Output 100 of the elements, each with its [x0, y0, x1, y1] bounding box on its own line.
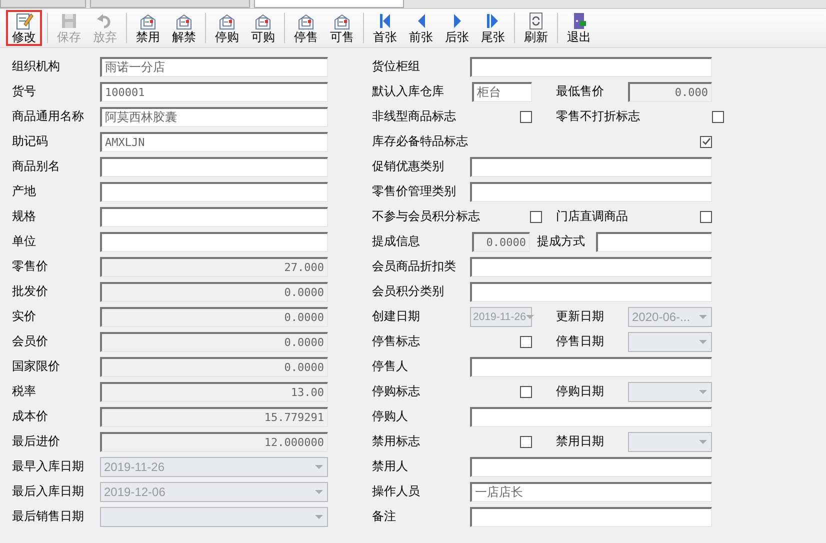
input-field[interactable]: 0.0000 [100, 306, 328, 326]
input-field[interactable] [470, 506, 712, 526]
toolbar-button[interactable]: 禁用 [132, 10, 164, 46]
toolbar-button[interactable]: 前张 [405, 10, 437, 46]
checkbox[interactable] [712, 110, 724, 122]
field-label: 成本价 [12, 408, 49, 425]
input-field[interactable]: 柜台 [472, 82, 532, 102]
checkbox[interactable] [700, 210, 712, 222]
field-label: 创建日期 [372, 308, 420, 325]
toolbar-button[interactable]: 首张 [369, 10, 401, 46]
caret-icon [699, 314, 707, 318]
caret-icon [699, 440, 707, 444]
field-label: 停售人 [372, 358, 409, 375]
field-label: 禁用人 [372, 458, 409, 475]
input-field[interactable]: 雨诺一分店 [100, 56, 328, 76]
field-label: 停购人 [372, 408, 409, 425]
input-field[interactable] [470, 356, 712, 376]
checkbox[interactable] [520, 436, 532, 448]
field-label: 操作人员 [372, 483, 421, 500]
input-field[interactable] [470, 156, 712, 176]
checkbox[interactable] [520, 386, 532, 398]
document-envelope-icon [253, 12, 273, 30]
checkbox[interactable] [520, 336, 532, 348]
checkbox[interactable] [700, 136, 712, 148]
field-label: 促销优惠类别 [372, 158, 445, 175]
toolbar-button[interactable]: 尾张 [477, 10, 509, 46]
field-label: 最后销售日期 [12, 508, 85, 525]
input-field[interactable] [596, 232, 712, 252]
field-label: 库存必备特品标志 [372, 133, 469, 150]
caret-icon [315, 464, 323, 468]
input-field[interactable] [470, 56, 712, 76]
field-label: 停购日期 [556, 383, 604, 400]
toolbar-button[interactable]: 停售 [290, 10, 322, 46]
field-label: 提成信息 [372, 233, 420, 250]
field-label: 停售日期 [556, 333, 604, 350]
toolbar-button[interactable]: 可购 [247, 10, 279, 46]
checkbox[interactable] [520, 110, 532, 122]
input-field[interactable] [100, 206, 328, 226]
toolbar-button[interactable]: 解禁 [168, 10, 200, 46]
input-field[interactable] [100, 156, 328, 176]
document-envelope-icon [217, 12, 237, 30]
caret-icon [699, 390, 707, 394]
input-field[interactable]: 0.000 [628, 82, 712, 102]
input-field[interactable]: 12.000000 [100, 432, 328, 452]
field-label: 禁用标志 [372, 433, 420, 450]
field-label: 备注 [372, 508, 397, 525]
field-label: 更新日期 [556, 308, 604, 325]
tab[interactable] [254, 0, 404, 8]
caret-icon [699, 340, 707, 344]
field-label: 停购标志 [372, 383, 420, 400]
field-label: 会员商品折扣类 [372, 258, 457, 275]
input-field[interactable] [470, 282, 712, 302]
input-field[interactable]: 100001 [100, 82, 328, 102]
field-label: 会员价 [12, 333, 49, 350]
field-label: 产地 [12, 183, 37, 200]
input-field[interactable]: 0.0000 [100, 332, 328, 352]
toolbar-button[interactable]: 退出 [563, 10, 595, 46]
field-label: 提成方式 [537, 233, 585, 250]
toolbar-button[interactable]: 后张 [441, 10, 473, 46]
document-envelope-icon [138, 12, 158, 30]
toolbar-button[interactable]: 可售 [326, 10, 358, 46]
input-field[interactable] [470, 256, 712, 276]
document-envelope-icon [332, 12, 352, 30]
field-label: 零售价管理类别 [372, 183, 457, 200]
input-field[interactable] [470, 456, 712, 476]
input-field[interactable] [470, 406, 712, 426]
input-field[interactable]: 一店店长 [470, 482, 712, 502]
input-field[interactable] [100, 232, 328, 252]
field-label: 禁用日期 [556, 433, 604, 450]
checkbox[interactable] [530, 210, 542, 222]
input-field[interactable]: AMXLJN [100, 132, 328, 152]
input-field[interactable]: 13.00 [100, 382, 328, 402]
document-envelope-icon [174, 12, 194, 30]
field-label: 税率 [12, 383, 37, 400]
field-label: 商品别名 [12, 158, 61, 175]
toolbar-button[interactable]: 修改 [6, 10, 42, 46]
field-label: 最后进价 [12, 433, 61, 450]
input-field[interactable]: 阿莫西林胶囊 [100, 106, 328, 126]
input-field[interactable]: 0.0000 [100, 282, 328, 302]
field-label: 不参与会员积分标志 [372, 208, 480, 225]
caret-icon [526, 314, 534, 318]
input-field[interactable]: 0.0000 [100, 356, 328, 376]
toolbar-button[interactable]: 停购 [211, 10, 243, 46]
field-label: 国家限价 [12, 358, 61, 375]
input-field[interactable]: 15.779291 [100, 406, 328, 426]
field-label: 单位 [12, 233, 37, 250]
field-label: 助记码 [12, 133, 49, 150]
input-field[interactable] [100, 182, 328, 202]
field-label: 停售标志 [372, 333, 420, 350]
field-label: 最低售价 [556, 83, 604, 100]
field-label: 组织机构 [12, 58, 61, 75]
input-field[interactable] [470, 182, 712, 202]
toolbar-button[interactable]: 刷新 [520, 10, 552, 46]
input-field[interactable]: 27.000 [100, 256, 328, 276]
field-label: 货位柜组 [372, 58, 421, 75]
input-field[interactable]: 0.0000 [472, 232, 530, 252]
notepad-pencil-icon [14, 12, 34, 30]
caret-icon [315, 490, 323, 494]
document-envelope-icon [296, 12, 316, 30]
field-label: 最后入库日期 [12, 483, 85, 500]
